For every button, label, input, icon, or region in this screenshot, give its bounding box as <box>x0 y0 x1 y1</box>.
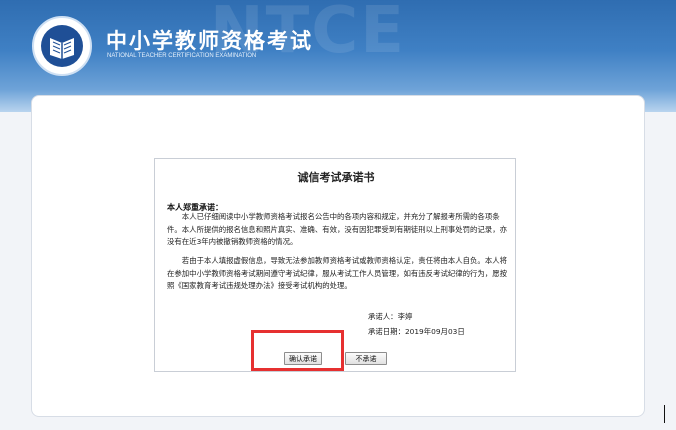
pledge-paragraph-2: 若由于本人填报虚假信息，导致无法参加教师资格考试或教师资格认定，责任将由本人自负… <box>167 256 507 291</box>
signer-name: 承诺人：李婷 <box>368 312 413 321</box>
book-icon <box>41 25 83 67</box>
pledge-paragraph-1: 本人已仔细阅读中小学教师资格考试报名公告中的各项内容和规定，并充分了解报考所需的… <box>167 212 507 247</box>
highlight-box <box>251 330 344 371</box>
ntce-logo <box>32 16 92 76</box>
site-subtitle: NATIONAL TEACHER CERTIFICATION EXAMINATI… <box>107 53 257 59</box>
text-cursor <box>664 405 665 423</box>
site-title: 中小学教师资格考试 <box>106 29 313 53</box>
decline-pledge-button[interactable]: 不承诺 <box>345 352 387 365</box>
pledge-date: 承诺日期：2019年09月03日 <box>368 327 465 336</box>
pledge-title: 诚信考试承诺书 <box>297 171 375 184</box>
